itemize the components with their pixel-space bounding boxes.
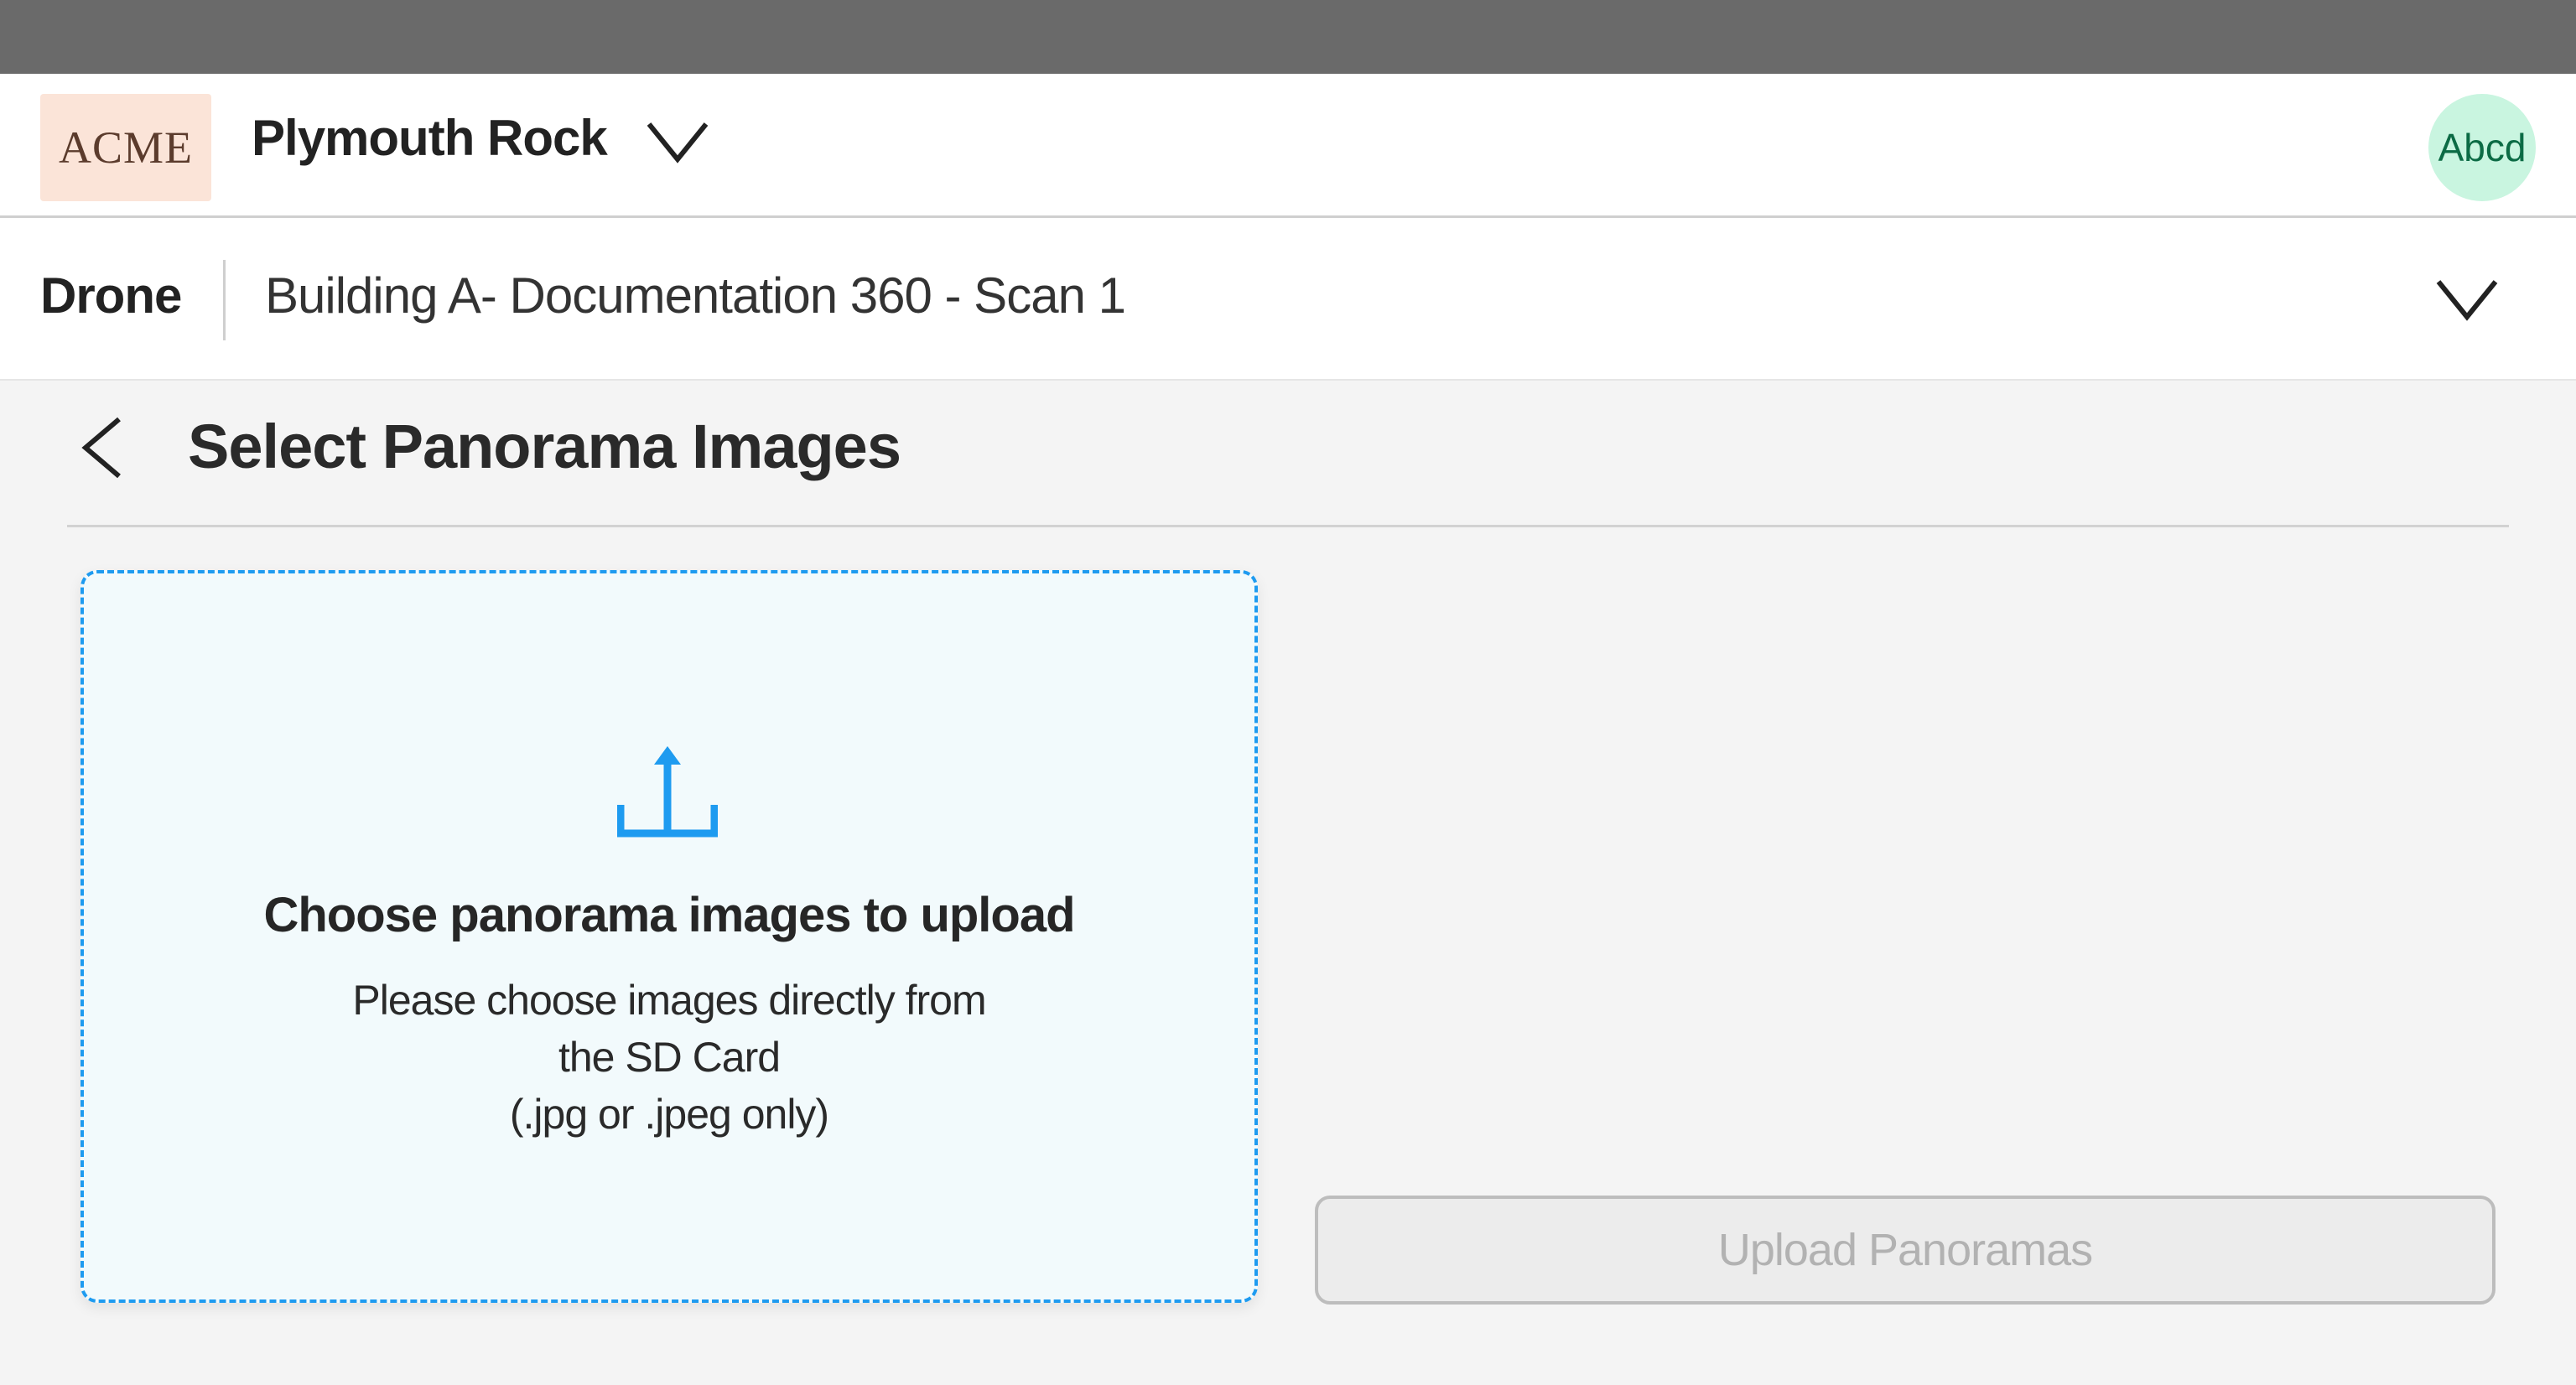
file-dropzone[interactable]: Choose panorama images to upload Please … bbox=[80, 570, 1258, 1303]
dropzone-instruction: the SD Card bbox=[558, 1034, 781, 1081]
divider bbox=[67, 525, 2509, 527]
status-bar bbox=[0, 0, 2576, 74]
upload-panoramas-button[interactable]: Upload Panoramas bbox=[1315, 1196, 2496, 1305]
capture-category: Drone bbox=[40, 267, 182, 324]
dropzone-heading: Choose panorama images to upload bbox=[263, 888, 1075, 942]
chevron-down-icon[interactable] bbox=[644, 119, 711, 166]
top-nav: ACME Plymouth Rock Abcd bbox=[0, 74, 2576, 218]
chevron-down-icon[interactable] bbox=[2433, 277, 2501, 324]
upload-icon bbox=[617, 746, 718, 838]
dropzone-file-types: (.jpg or .jpeg only) bbox=[509, 1091, 829, 1138]
scan-title[interactable]: Building A- Documentation 360 - Scan 1 bbox=[265, 267, 1126, 324]
user-avatar[interactable]: Abcd bbox=[2428, 94, 2536, 201]
organization-name[interactable]: Plymouth Rock bbox=[252, 109, 608, 167]
divider bbox=[223, 260, 226, 340]
dropzone-instruction: Please choose images directly from bbox=[352, 977, 986, 1024]
scan-selector-bar: Drone Building A- Documentation 360 - Sc… bbox=[0, 218, 2576, 381]
back-chevron-icon[interactable] bbox=[74, 414, 134, 481]
page-title: Select Panorama Images bbox=[188, 412, 901, 481]
company-logo[interactable]: ACME bbox=[40, 94, 211, 201]
